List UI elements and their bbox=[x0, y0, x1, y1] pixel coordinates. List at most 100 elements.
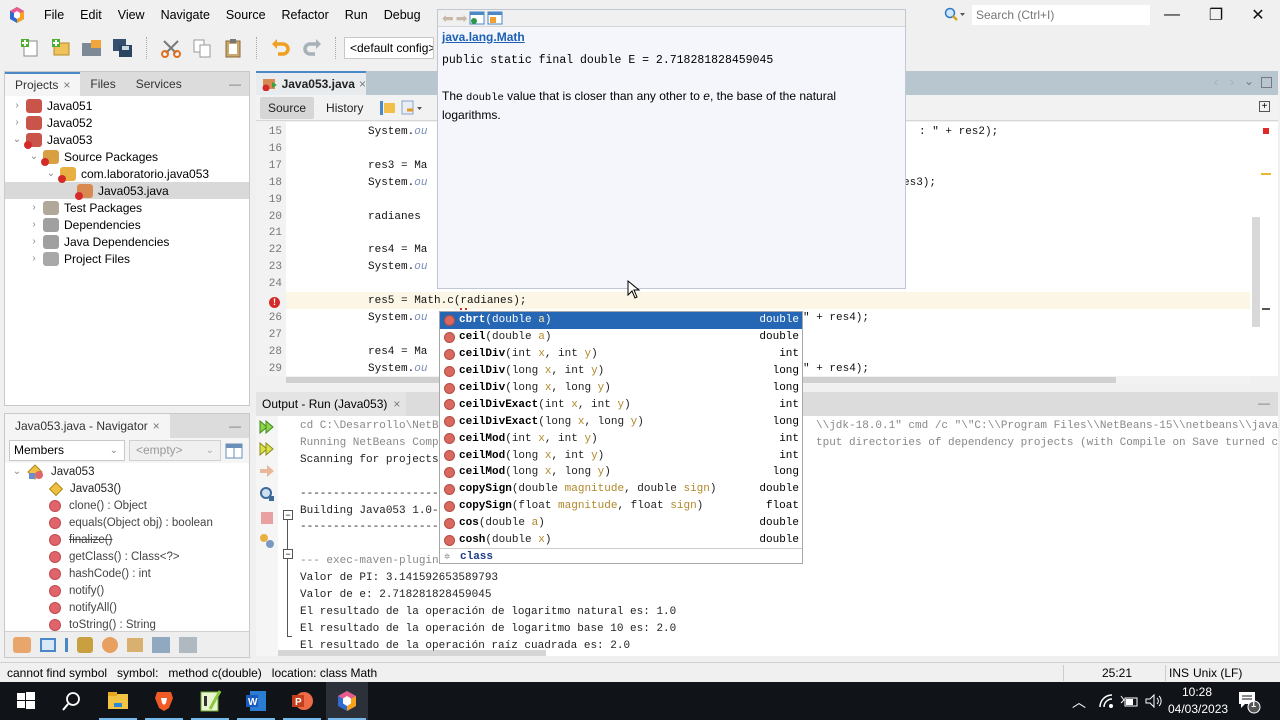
chevron-right-icon[interactable]: › bbox=[28, 219, 40, 230]
completion-item[interactable]: copySign (double magnitude, double sign) d… bbox=[440, 481, 802, 498]
show-static-icon[interactable] bbox=[65, 637, 68, 652]
tree-item[interactable]: › Java052 bbox=[5, 114, 249, 131]
open-project-icon[interactable] bbox=[80, 37, 104, 59]
tree-item[interactable]: ⌄ Java053 bbox=[5, 131, 249, 149]
restore-button[interactable]: ❐ bbox=[1194, 0, 1238, 30]
completion-item[interactable]: ceilMod (long x, int y) int bbox=[440, 447, 802, 464]
chevron-down-icon[interactable]: ⌄ bbox=[28, 151, 40, 162]
tab-services[interactable]: Services bbox=[126, 72, 192, 96]
navigator-member[interactable]: Java053() bbox=[5, 480, 249, 497]
cut-icon[interactable] bbox=[159, 37, 183, 59]
layout-toggle-icon[interactable] bbox=[225, 443, 243, 459]
powerpoint-icon[interactable]: P bbox=[290, 689, 314, 713]
menu-refactor[interactable]: Refactor bbox=[274, 8, 337, 22]
completion-item[interactable]: ceilDivExact (int x, int y) int bbox=[440, 396, 802, 413]
close-tab-icon[interactable]: × bbox=[63, 78, 70, 92]
clock-date[interactable]: 04/03/2023 bbox=[1168, 702, 1228, 716]
warning-marker[interactable] bbox=[1261, 173, 1271, 175]
undo-icon[interactable] bbox=[269, 37, 293, 59]
navigator-member[interactable]: equals(Object obj) : boolean bbox=[5, 514, 249, 531]
close-tab-icon[interactable]: × bbox=[153, 419, 160, 433]
show-nonpublic-icon[interactable] bbox=[77, 636, 93, 653]
sort-by-name-icon[interactable] bbox=[152, 636, 170, 653]
navigator-root[interactable]: ⌄ Java053 bbox=[5, 463, 249, 480]
volume-icon[interactable] bbox=[1144, 693, 1164, 709]
tree-item[interactable]: › Java051 bbox=[5, 97, 249, 114]
error-marker[interactable] bbox=[1263, 128, 1269, 134]
navigator-member[interactable]: clone() : Object bbox=[5, 497, 249, 514]
settings-icon[interactable] bbox=[258, 532, 276, 550]
tree-item[interactable]: › Java Dependencies bbox=[5, 233, 249, 250]
navigator-member[interactable]: notify() bbox=[5, 582, 249, 599]
new-project-icon[interactable] bbox=[49, 37, 73, 59]
minimize-panel-button[interactable]: — bbox=[229, 77, 241, 91]
menu-debug[interactable]: Debug bbox=[376, 8, 429, 22]
chevron-right-icon[interactable]: › bbox=[28, 236, 40, 247]
editor-tab-java053[interactable]: Java053.java × bbox=[256, 71, 366, 95]
menu-source[interactable]: Source bbox=[218, 8, 274, 22]
tree-item[interactable]: ⌄ com.laboratorio.java053 bbox=[5, 165, 249, 183]
empty-select[interactable]: <empty> ⌄ bbox=[129, 440, 221, 461]
navigator-member[interactable]: notifyAll() bbox=[5, 599, 249, 616]
show-inner-classes-icon[interactable] bbox=[102, 636, 118, 653]
completion-item[interactable]: ceilDiv (int x, int y) int bbox=[440, 346, 802, 363]
forward-arrow-icon[interactable]: ➡ bbox=[456, 11, 468, 25]
search-input[interactable]: Search (Ctrl+I) bbox=[972, 5, 1150, 25]
chevron-down-icon[interactable]: ⌄ bbox=[45, 168, 57, 179]
close-window-button[interactable]: ✕ bbox=[1236, 0, 1280, 30]
minimize-button[interactable]: — bbox=[1150, 0, 1194, 30]
tree-item[interactable]: › Dependencies bbox=[5, 216, 249, 233]
netbeans-icon[interactable] bbox=[335, 689, 359, 713]
maximize-editor-icon[interactable] bbox=[1261, 77, 1272, 88]
insert-mode[interactable]: INS bbox=[1169, 666, 1189, 680]
fqn-icon[interactable] bbox=[127, 637, 143, 652]
show-hidden-icons-icon[interactable]: ︿ bbox=[1072, 692, 1086, 712]
completion-item[interactable]: cos (double a) double bbox=[440, 515, 802, 532]
tree-item[interactable]: › Project Files bbox=[5, 250, 249, 267]
chevron-right-icon[interactable]: › bbox=[28, 253, 40, 264]
redo-icon[interactable] bbox=[300, 37, 324, 59]
tree-item[interactable]: › Test Packages bbox=[5, 199, 249, 216]
word-icon[interactable]: W bbox=[244, 689, 268, 713]
fold-toggle[interactable]: − bbox=[283, 549, 293, 559]
navigator-member[interactable]: finalize() bbox=[5, 531, 249, 548]
inspect-icon[interactable] bbox=[259, 486, 275, 502]
menu-file[interactable]: File bbox=[36, 8, 72, 22]
file-explorer-icon[interactable] bbox=[106, 689, 130, 713]
tab-projects[interactable]: Projects × bbox=[5, 72, 81, 96]
config-select[interactable]: <default config> bbox=[344, 37, 434, 59]
split-editor-icon[interactable]: + bbox=[1259, 101, 1270, 112]
fold-toggle[interactable]: − bbox=[283, 510, 293, 520]
rerun-icon[interactable] bbox=[259, 420, 275, 434]
editor-vscrollbar[interactable] bbox=[1252, 217, 1260, 327]
chevron-right-icon[interactable]: › bbox=[11, 117, 23, 128]
close-tab-icon[interactable]: × bbox=[359, 77, 366, 91]
javadoc-title-link[interactable]: java.lang.Math bbox=[442, 30, 525, 44]
menu-run[interactable]: Run bbox=[337, 8, 376, 22]
clock-time[interactable]: 10:28 bbox=[1182, 685, 1212, 699]
completion-item[interactable]: ceilDiv (long x, long y) long bbox=[440, 380, 802, 397]
menu-edit[interactable]: Edit bbox=[72, 8, 110, 22]
tab-navigator[interactable]: Java053.java - Navigator × bbox=[5, 414, 170, 438]
navigator-member[interactable]: hashCode() : int bbox=[5, 565, 249, 582]
notifications-icon[interactable] bbox=[1237, 690, 1261, 714]
menu-view[interactable]: View bbox=[110, 8, 153, 22]
prev-tab-arrow[interactable]: ‹ bbox=[1214, 75, 1218, 89]
completion-item[interactable]: ceilDivExact (long x, long y) long bbox=[440, 413, 802, 430]
search-icon[interactable] bbox=[60, 689, 84, 713]
members-select[interactable]: Members ⌄ bbox=[9, 440, 125, 461]
completion-item[interactable]: ceil (double a) double bbox=[440, 329, 802, 346]
error-icon[interactable]: ! bbox=[269, 297, 280, 308]
copy-icon[interactable] bbox=[190, 37, 214, 59]
back-arrow-icon[interactable]: ⬅ bbox=[442, 11, 454, 25]
rerun-with-params-icon[interactable] bbox=[259, 442, 275, 456]
minimize-panel-button[interactable]: — bbox=[229, 419, 241, 433]
subtab-history[interactable]: History bbox=[318, 97, 371, 119]
open-in-browser-icon[interactable] bbox=[469, 11, 485, 25]
new-file-icon[interactable] bbox=[18, 37, 42, 59]
completion-item[interactable]: cosh (double x) double bbox=[440, 532, 802, 549]
caret-position[interactable]: 25:21 bbox=[1102, 666, 1132, 680]
back-dropdown-icon[interactable] bbox=[401, 100, 423, 116]
minimize-panel-button[interactable]: — bbox=[1258, 396, 1270, 410]
completion-item[interactable]: ceilDiv (long x, int y) long bbox=[440, 363, 802, 380]
